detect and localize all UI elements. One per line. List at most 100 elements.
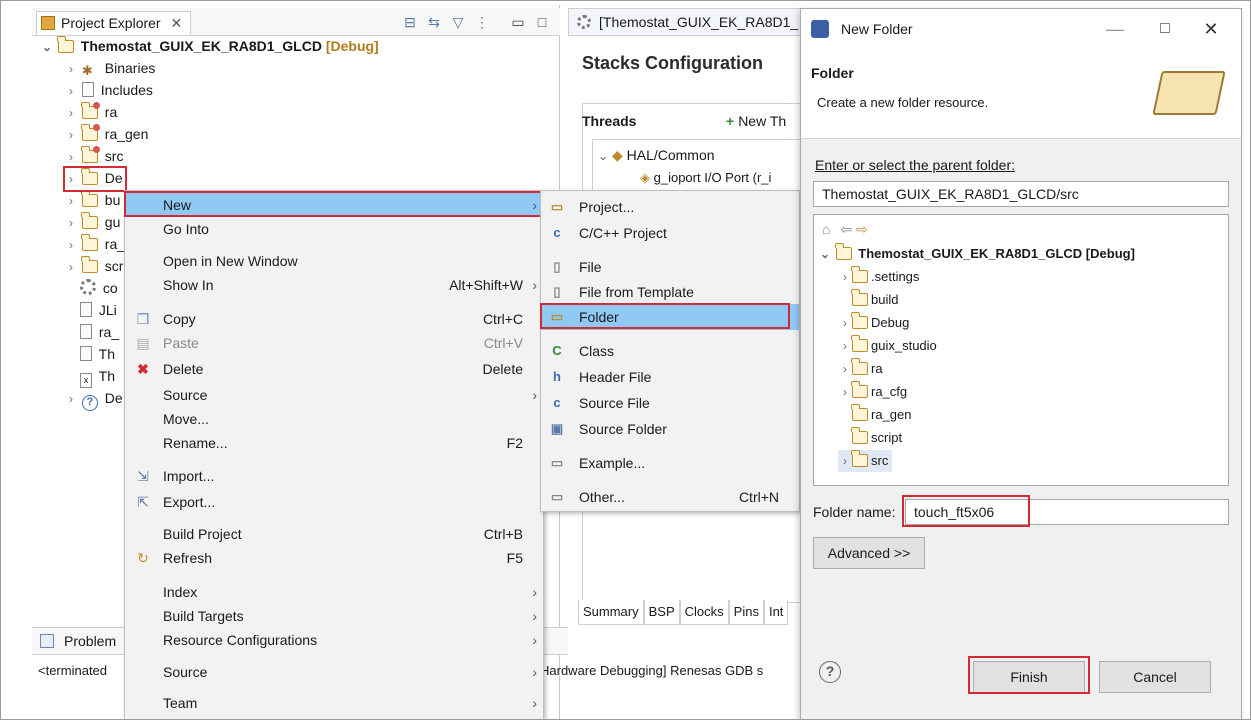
submenu-item-example[interactable]: ▭ Example... (541, 450, 799, 476)
tab-summary[interactable]: Summary (578, 600, 644, 625)
dialog-tree-item[interactable]: ra_gen (851, 404, 911, 426)
menu-item-show-in[interactable]: Show In Alt+Shift+W › (125, 273, 543, 297)
submenu-item-source-file[interactable]: c Source File (541, 390, 799, 416)
menu-item-refresh[interactable]: ↻ Refresh F5 (125, 546, 543, 570)
dialog-tree-item[interactable]: script (851, 427, 902, 449)
chevron-right-icon[interactable]: › (838, 381, 852, 403)
chevron-right-icon[interactable]: › (64, 102, 78, 124)
tree-item-debug[interactable]: › De (64, 167, 123, 189)
tree-item-ra[interactable]: › ra (64, 101, 117, 123)
chevron-right-icon[interactable]: › (838, 335, 852, 357)
menu-item-go-into[interactable]: Go Into (125, 217, 543, 241)
menu-item-delete[interactable]: ✖ Delete Delete (125, 357, 543, 381)
dialog-tree-item[interactable]: › ra_cfg (838, 381, 907, 403)
parent-folder-input[interactable]: Themostat_GUIX_EK_RA8D1_GLCD/src (813, 181, 1229, 207)
chevron-right-icon[interactable]: › (838, 266, 852, 288)
submenu-item-project[interactable]: ▭ Project... (541, 194, 799, 220)
menu-item-team[interactable]: Team › (125, 691, 543, 715)
filter-icon[interactable]: ▽ (450, 14, 466, 30)
dialog-tree-item[interactable]: › guix_studio (838, 335, 937, 357)
menu-item-build-project[interactable]: Build Project Ctrl+B (125, 522, 543, 546)
tree-item-ra-file[interactable]: ra_ (80, 321, 119, 343)
advanced-button[interactable]: Advanced >> (813, 537, 925, 569)
chevron-right-icon[interactable]: › (838, 358, 852, 380)
tree-node-ioport[interactable]: ◈ g_ioport I/O Port (r_i (640, 170, 771, 186)
chevron-right-icon[interactable]: › (838, 450, 852, 472)
dialog-tree-item[interactable]: build (851, 289, 898, 311)
dialog-tree-item-selected[interactable]: › src (838, 450, 893, 472)
maximize-icon[interactable]: □ (534, 14, 550, 30)
close-icon[interactable]: ✕ (170, 15, 182, 31)
chevron-right-icon[interactable]: › (838, 312, 852, 334)
home-icon[interactable]: ⌂ (822, 221, 830, 237)
forward-icon[interactable]: ⇨ (856, 221, 868, 237)
tab-problems[interactable]: Problem (64, 633, 116, 649)
chevron-right-icon[interactable]: › (64, 234, 78, 256)
tab-clocks[interactable]: Clocks (679, 600, 729, 625)
menu-item-source-2[interactable]: Source › (125, 660, 543, 684)
menu-item-open-new-window[interactable]: Open in New Window (125, 249, 543, 273)
menu-item-rename[interactable]: Rename... F2 (125, 431, 543, 455)
menu-item-paste[interactable]: ▤ Paste Ctrl+V (125, 331, 543, 355)
tab-bsp[interactable]: BSP (643, 600, 680, 625)
tree-item-includes[interactable]: › Includes (64, 79, 153, 101)
tab-stacks-editor[interactable]: [Themostat_GUIX_EK_RA8D1_ (568, 8, 808, 36)
tree-root-project[interactable]: ⌄ Themostat_GUIX_EK_RA8D1_GLCD [Debug] (40, 35, 379, 57)
tree-item-jlink[interactable]: JLi (80, 299, 117, 321)
submenu-item-class[interactable]: C Class (541, 338, 799, 364)
tree-item-script[interactable]: › scr (64, 255, 123, 277)
finish-button[interactable]: Finish (973, 661, 1085, 693)
tab-project-explorer[interactable]: Project Explorer ✕ (36, 11, 192, 35)
link-editor-icon[interactable]: ⇆ (426, 14, 442, 30)
menu-item-source[interactable]: Source › (125, 383, 543, 407)
menu-item-resource-configurations[interactable]: Resource Configurations › (125, 628, 543, 652)
tree-item-guix[interactable]: › gu (64, 211, 120, 233)
chevron-down-icon[interactable]: ⌄ (598, 149, 608, 163)
menu-item-new[interactable]: New › (125, 193, 543, 217)
maximize-icon[interactable]: □ (1151, 15, 1179, 43)
menu-item-move[interactable]: Move... (125, 407, 543, 431)
submenu-item-source-folder[interactable]: ▣ Source Folder (541, 416, 799, 442)
chevron-right-icon[interactable]: › (64, 212, 78, 234)
dialog-tree-item[interactable]: › .settings (838, 266, 919, 288)
chevron-right-icon[interactable]: › (64, 256, 78, 278)
submenu-item-cpp-project[interactable]: c C/C++ Project (541, 220, 799, 246)
menu-item-copy[interactable]: ❐ Copy Ctrl+C (125, 307, 543, 331)
collapse-all-icon[interactable]: ⊟ (402, 14, 418, 30)
tab-interrupts[interactable]: Int (763, 600, 789, 625)
help-icon[interactable]: ? (819, 661, 841, 683)
back-icon[interactable]: ⇦ (840, 221, 852, 237)
chevron-down-icon[interactable]: ⌄ (40, 36, 54, 58)
minimize-icon[interactable]: — (1101, 15, 1129, 43)
dialog-tree-item[interactable]: › Debug (838, 312, 909, 334)
menu-item-export[interactable]: ⇱ Export... (125, 490, 543, 514)
parent-folder-tree[interactable]: ⌂ ⇦ ⇨ ⌄ Themostat_GUIX_EK_RA8D1_GLCD [De… (813, 214, 1229, 486)
submenu-item-header-file[interactable]: h Header File (541, 364, 799, 390)
cancel-button[interactable]: Cancel (1099, 661, 1211, 693)
chevron-down-icon[interactable]: ⌄ (818, 243, 832, 265)
chevron-right-icon[interactable]: › (64, 190, 78, 212)
menu-item-build-targets[interactable]: Build Targets › (125, 604, 543, 628)
tree-item-ra-cfg[interactable]: › ra_ (64, 233, 125, 255)
minimize-icon[interactable]: ▭ (510, 14, 526, 30)
tree-item-binaries[interactable]: › ✱ Binaries (64, 57, 155, 79)
menu-item-import[interactable]: ⇲ Import... (125, 464, 543, 488)
chevron-right-icon[interactable]: › (64, 58, 78, 80)
chevron-right-icon[interactable]: › (64, 124, 78, 146)
tree-item-ra-gen[interactable]: › ra_gen (64, 123, 148, 145)
chevron-right-icon[interactable]: › (64, 168, 78, 190)
tab-pins[interactable]: Pins (728, 600, 764, 625)
tree-item-th-xml[interactable]: x Th (80, 365, 115, 388)
tree-item-developer[interactable]: › ? De (64, 387, 123, 411)
submenu-item-other[interactable]: ▭ Other... Ctrl+N (541, 484, 799, 510)
submenu-item-file[interactable]: ▯ File (541, 254, 799, 280)
tree-item-th-file[interactable]: Th (80, 343, 115, 365)
folder-name-input[interactable]: touch_ft5x06 (905, 499, 1229, 525)
chevron-right-icon[interactable]: › (64, 80, 78, 102)
submenu-item-folder[interactable]: ▭ Folder (541, 304, 799, 330)
tree-item-src[interactable]: › src (64, 145, 123, 167)
new-thread-button[interactable]: + New Th (726, 113, 786, 129)
menu-item-index[interactable]: Index › (125, 580, 543, 604)
chevron-right-icon[interactable]: › (64, 388, 78, 410)
dialog-tree-item[interactable]: › ra (838, 358, 883, 380)
